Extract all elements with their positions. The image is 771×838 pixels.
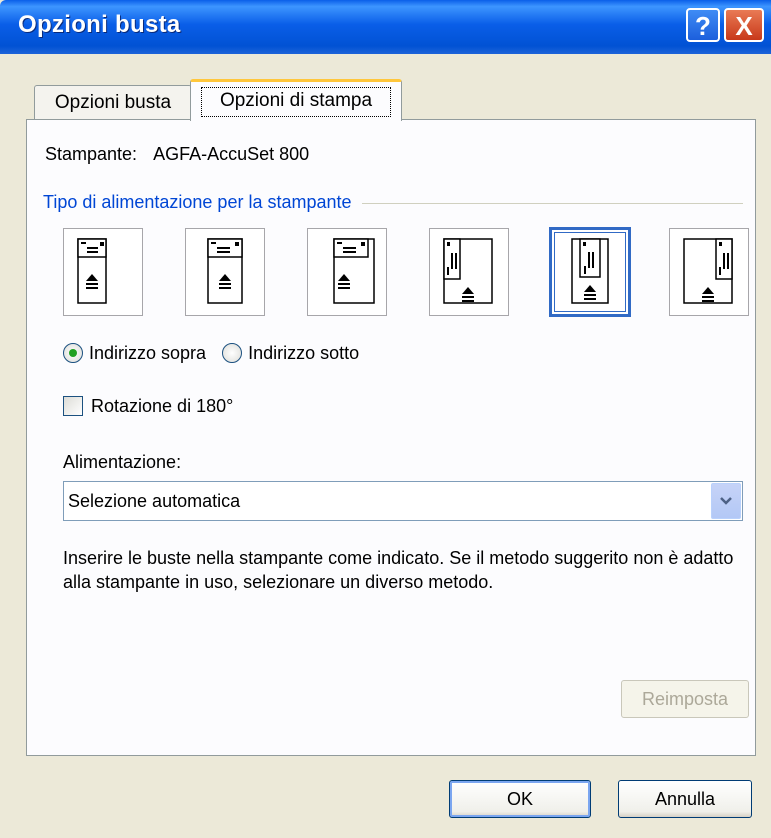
feed-method-3[interactable] [307, 228, 387, 316]
feed-method-4[interactable] [429, 228, 509, 316]
envelope-landscape-right-icon [333, 238, 375, 304]
feed-method-2[interactable] [185, 228, 265, 316]
cancel-button[interactable]: Annulla [618, 780, 752, 818]
envelope-options-dialog: Opzioni busta ? X Opzioni busta Opzioni … [0, 0, 771, 838]
title-bar: Opzioni busta ? X [0, 0, 771, 54]
face-radio-group: Indirizzo sopra Indirizzo sotto [63, 342, 375, 364]
radio-face-down-label[interactable]: Indirizzo sotto [248, 343, 359, 363]
printer-label: Stampante: [45, 144, 138, 164]
radio-face-up[interactable] [63, 343, 83, 364]
radio-face-down[interactable] [222, 343, 243, 364]
envelope-landscape-center-icon [207, 238, 243, 304]
feed-method-group-label: Tipo di alimentazione per la stampante [43, 192, 362, 213]
envelope-portrait-left-icon [443, 238, 493, 304]
instructions-text: Inserire le buste nella stampante come i… [63, 548, 734, 592]
rotation-checkbox-label[interactable]: Rotazione di 180° [91, 396, 233, 416]
envelope-landscape-left-icon [77, 238, 107, 304]
chevron-down-icon [720, 497, 732, 505]
window-title: Opzioni busta [18, 11, 181, 38]
envelope-portrait-center-icon [571, 238, 609, 304]
radio-face-up-label[interactable]: Indirizzo sopra [89, 343, 206, 363]
tab-envelope-options-label: Opzioni busta [54, 92, 172, 113]
feed-source-value: Selezione automatica [68, 491, 241, 511]
close-button[interactable]: X [724, 8, 764, 42]
printer-name: AGFA-AccuSet 800 [153, 144, 310, 164]
dropdown-arrow-button[interactable] [711, 483, 741, 519]
feed-method-6[interactable] [669, 228, 749, 316]
rotation-checkbox-row: Rotazione di 180° [63, 395, 233, 417]
tab-envelope-options[interactable]: Opzioni busta [34, 85, 192, 119]
printer-row: Stampante: AGFA-AccuSet 800 [45, 144, 309, 165]
feed-source-label: Alimentazione: [63, 452, 182, 472]
rotation-checkbox[interactable] [63, 396, 83, 417]
help-button[interactable]: ? [686, 8, 720, 42]
ok-button[interactable]: OK [449, 780, 591, 818]
reset-button[interactable]: Reimposta [621, 680, 749, 718]
tab-printing-options[interactable]: Opzioni di stampa [190, 79, 402, 121]
tab-panel: Stampante: AGFA-AccuSet 800 Tipo di alime… [26, 119, 756, 756]
feed-method-1[interactable] [63, 228, 143, 316]
feed-source-dropdown[interactable]: Selezione automatica [63, 481, 743, 521]
envelope-portrait-right-icon [683, 238, 733, 304]
feed-method-5[interactable] [549, 227, 631, 317]
tab-printing-options-label: Opzioni di stampa [219, 90, 373, 111]
